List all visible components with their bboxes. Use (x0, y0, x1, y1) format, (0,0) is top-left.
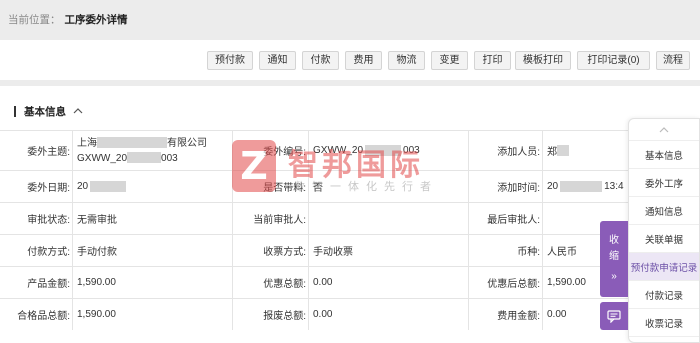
masked-text (560, 181, 603, 192)
anchor-related-docs[interactable]: 关联单据 (629, 225, 699, 253)
date-label: 委外日期: (27, 183, 70, 194)
masked-text (365, 145, 402, 156)
approval-status-label: 审批状态: (27, 215, 70, 226)
anchor-basic-info[interactable]: 基本信息 (629, 141, 699, 169)
add-time-start: 20 (547, 181, 559, 192)
subject-value: 上海 有限公司 GXWW_20 003 (72, 131, 232, 170)
table-row: 委外日期: 20 是否带料: 否 添加时间: 20 13:4 (0, 170, 700, 202)
payment-button[interactable]: 付款 (302, 51, 339, 70)
page-title: 工序委外详情 (64, 14, 128, 26)
date-start: 20 (77, 181, 89, 192)
pay-method-value: 手动付款 (72, 235, 232, 266)
anchor-outsourced-process[interactable]: 委外工序 (629, 169, 699, 197)
approval-status-value: 无需审批 (72, 203, 232, 234)
code-start: GXWW_20 (313, 145, 364, 156)
scroll-up-icon[interactable] (629, 119, 699, 141)
chevron-up-icon[interactable] (73, 106, 83, 116)
anchor-nav: 基本信息 委外工序 通知信息 关联单据 预付款申请记录 付款记录 收票记录 (628, 118, 700, 343)
code-value: GXWW_20 003 (308, 131, 468, 170)
masked-text (127, 152, 162, 164)
adder-label: 添加人员: (468, 131, 542, 170)
code-label: 委外编号: (232, 131, 308, 170)
breadcrumb-label: 当前位置： (8, 14, 61, 26)
fee-amount-label: 费用金额: (468, 299, 542, 330)
after-discount-label: 优惠后总额: (468, 267, 542, 298)
masked-text (557, 145, 569, 156)
change-button[interactable]: 变更 (431, 51, 468, 70)
current-approver-label: 当前审批人: (232, 203, 308, 234)
qualified-total-label: 合格品总额: (17, 311, 70, 322)
current-approver-value (308, 203, 468, 234)
code-end: 003 (403, 145, 420, 156)
double-chevron-right-icon: » (611, 271, 617, 282)
table-row: 产品金额: 1,590.00 优惠总额: 0.00 优惠后总额: 1,590.0… (0, 266, 700, 298)
table-row: 付款方式: 手动付款 收票方式: 手动收票 币种: 人民币 (0, 234, 700, 266)
pay-method-label: 付款方式: (27, 247, 70, 258)
prepayment-button[interactable]: 预付款 (207, 51, 253, 70)
subject-line2-end: 003 (161, 152, 178, 164)
table-row: 合格品总额: 1,590.00 报废总额: 0.00 费用金额: 0.00 (0, 298, 700, 330)
discount-total-label: 优惠总额: (232, 267, 308, 298)
last-approver-label: 最后审批人: (468, 203, 542, 234)
scrap-total-label: 报废总额: (232, 299, 308, 330)
subject-line2-start: GXWW_20 (77, 152, 128, 164)
date-value: 20 (72, 171, 232, 202)
chat-icon (607, 309, 621, 323)
template-print-button[interactable]: 模板打印 (515, 51, 571, 70)
needs-material-value: 否 (308, 171, 468, 202)
discount-total-value: 0.00 (308, 267, 468, 298)
section-marker (14, 105, 16, 117)
detail-panel: 基本信息 委外主题: 上海 有限公司 GXWW_20 003 委外编号: GXWW_… (0, 86, 700, 343)
masked-text (97, 137, 167, 149)
print-button[interactable]: 打印 (474, 51, 511, 70)
section-header[interactable]: 基本信息 (14, 104, 83, 118)
qualified-total-value: 1,590.00 (72, 299, 232, 330)
collect-method-label: 收票方式: (232, 235, 308, 266)
workflow-button[interactable]: 流程 (656, 51, 690, 70)
add-time-end: 13:4 (604, 181, 624, 192)
scrap-total-value: 0.00 (308, 299, 468, 330)
adder-name: 郑 (547, 147, 557, 158)
collapse-label-1: 收 (609, 235, 619, 246)
subject-line1-end: 有限公司 (167, 137, 207, 149)
anchor-invoice-records[interactable]: 收票记录 (629, 309, 699, 337)
toolbar: 预付款 通知 付款 费用 物流 变更 打印 模板打印 打印记录(0) 流程 (0, 40, 700, 80)
product-amount-label: 产品金额: (27, 279, 70, 290)
section-title: 基本信息 (24, 105, 66, 118)
collapse-label-2: 缩 (609, 251, 619, 262)
table-row: 委外主题: 上海 有限公司 GXWW_20 003 委外编号: GXWW_20 003… (0, 130, 700, 170)
table-row: 审批状态: 无需审批 当前审批人: 最后审批人: (0, 202, 700, 234)
collect-method-value: 手动收票 (308, 235, 468, 266)
add-time-label: 添加时间: (468, 171, 542, 202)
product-amount-value: 1,590.00 (72, 267, 232, 298)
collapse-nav-button[interactable]: 收 缩 » (600, 221, 628, 297)
anchor-payment-records[interactable]: 付款记录 (629, 281, 699, 309)
logistics-button[interactable]: 物流 (388, 51, 425, 70)
currency-label: 币种: (468, 235, 542, 266)
anchor-notice-info[interactable]: 通知信息 (629, 197, 699, 225)
masked-text (90, 181, 127, 192)
breadcrumb: 当前位置： 工序委外详情 (0, 0, 700, 40)
print-records-button[interactable]: 打印记录(0) (577, 51, 650, 70)
expense-button[interactable]: 费用 (345, 51, 382, 70)
notify-button[interactable]: 通知 (259, 51, 296, 70)
subject-label: 委外主题: (27, 147, 70, 158)
anchor-prepayment-records[interactable]: 预付款申请记录 (629, 253, 699, 281)
chat-button[interactable] (600, 302, 628, 330)
subject-line1-start: 上海 (77, 137, 97, 149)
needs-material-label: 是否带料: (232, 171, 308, 202)
